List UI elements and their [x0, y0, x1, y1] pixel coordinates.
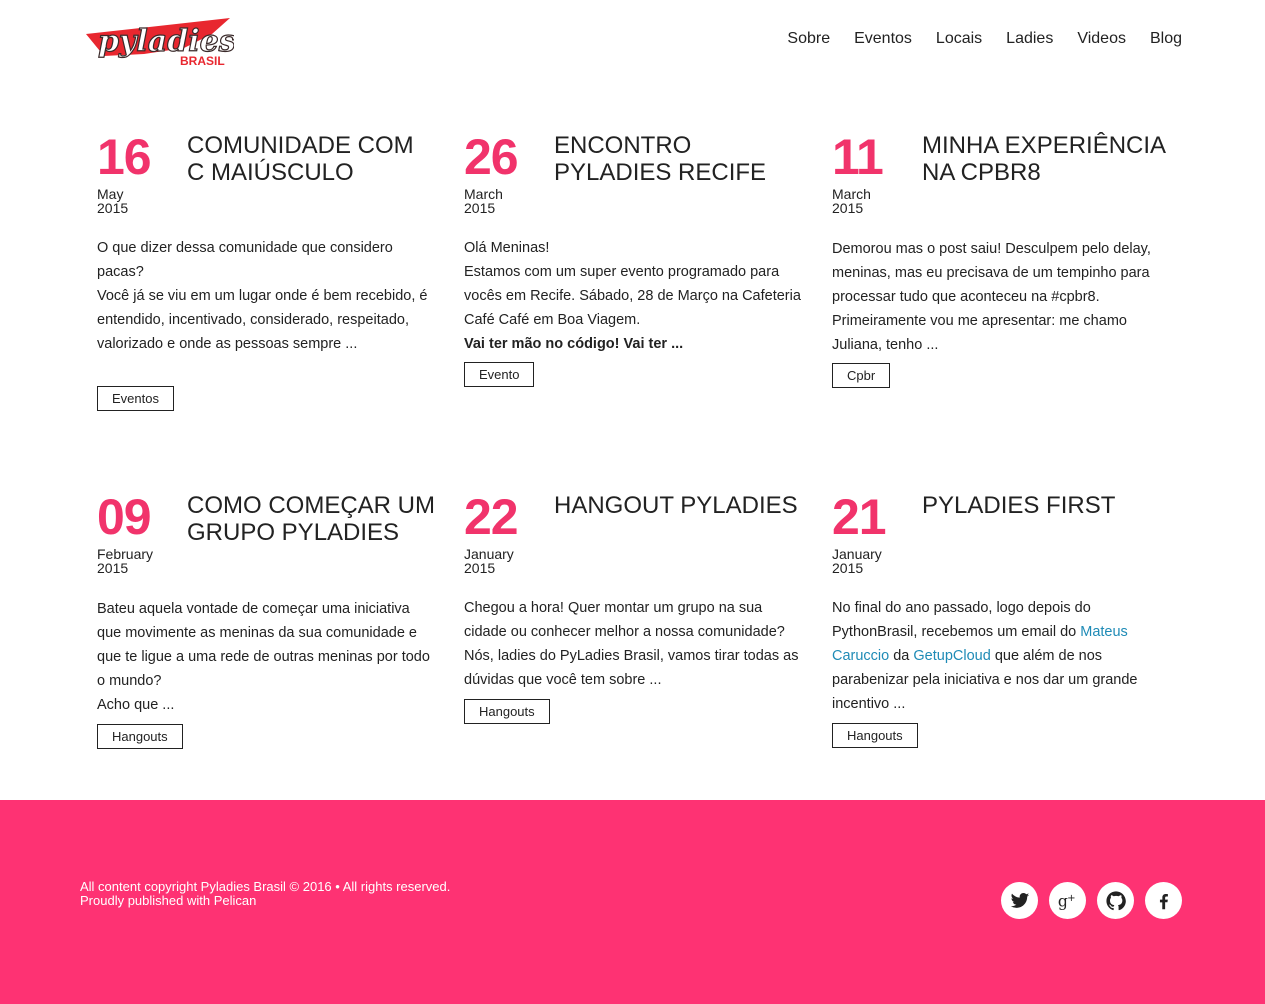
copyright-text: All content copyright Pyladies Brasil © … — [80, 879, 451, 894]
post-month: March — [832, 186, 871, 202]
post-day: 16 — [97, 129, 152, 185]
nav-sobre[interactable]: Sobre — [787, 30, 830, 48]
footer-text: All content copyright Pyladies Brasil © … — [80, 880, 450, 907]
post-title[interactable]: COMO COMEÇAR UM GRUPO PYLADIES — [187, 492, 437, 546]
site-footer: All content copyright Pyladies Brasil © … — [0, 800, 1265, 1004]
post-date: 22 January 2015 — [464, 489, 544, 576]
nav-videos[interactable]: Videos — [1077, 30, 1126, 48]
post-year: 2015 — [97, 200, 129, 216]
logo-subtext: BRASIL — [180, 54, 225, 68]
post-tag-button[interactable]: Cpbr — [832, 363, 891, 388]
post-excerpt-text: No final do ano passado, logo depois do … — [832, 600, 1091, 640]
post-excerpt: Olá Meninas! Estamos com um super evento… — [464, 236, 804, 356]
post-card: 11 March 2015 MINHA EXPERIÊNCIA NA CPBR8… — [832, 129, 1172, 393]
post-month: January — [832, 546, 882, 562]
facebook-icon[interactable] — [1145, 882, 1182, 919]
post-excerpt-text: da — [889, 648, 914, 664]
post-card: 21 January 2015 PYLADIES FIRST No final … — [832, 489, 1172, 753]
nav-ladies[interactable]: Ladies — [1006, 30, 1053, 48]
post-year: 2015 — [832, 200, 864, 216]
twitter-icon[interactable] — [1001, 882, 1038, 919]
nav-locais[interactable]: Locais — [936, 30, 982, 48]
nav-eventos[interactable]: Eventos — [854, 30, 912, 48]
github-icon[interactable] — [1097, 882, 1134, 919]
post-year: 2015 — [464, 200, 496, 216]
post-date: 16 May 2015 — [97, 129, 177, 216]
post-tag-button[interactable]: Hangouts — [464, 699, 550, 724]
post-card: 22 January 2015 HANGOUT PYLADIES Chegou … — [464, 489, 804, 733]
post-month: January — [464, 546, 514, 562]
post-day: 09 — [97, 489, 152, 545]
post-month: March — [464, 186, 503, 202]
main-nav: Sobre Eventos Locais Ladies Videos Blog — [787, 30, 1182, 48]
post-title[interactable]: COMUNIDADE COM C MAIÚSCULO — [187, 132, 437, 186]
post-card: 16 May 2015 COMUNIDADE COM C MAIÚSCULO O… — [97, 129, 437, 413]
post-excerpt: No final do ano passado, logo depois do … — [832, 596, 1172, 716]
site-header: pyladies BRASIL Sobre Eventos Locais Lad… — [0, 0, 1265, 90]
post-date: 21 January 2015 — [832, 489, 912, 576]
post-year: 2015 — [97, 560, 129, 576]
svg-text:+: + — [1067, 893, 1075, 904]
google-plus-icon[interactable]: g + — [1049, 882, 1086, 919]
post-year: 2015 — [464, 560, 496, 576]
post-year: 2015 — [832, 560, 864, 576]
post-card: 26 March 2015 ENCONTRO PYLADIES RECIFE O… — [464, 129, 804, 393]
post-title[interactable]: MINHA EXPERIÊNCIA NA CPBR8 — [922, 132, 1172, 186]
post-month: February — [97, 546, 154, 562]
nav-blog[interactable]: Blog — [1150, 30, 1182, 48]
post-day: 21 — [832, 489, 887, 545]
post-day: 22 — [464, 489, 519, 545]
getupcloud-link[interactable]: GetupCloud — [913, 648, 990, 664]
post-day: 26 — [464, 129, 519, 185]
post-title[interactable]: PYLADIES FIRST — [922, 492, 1172, 520]
post-excerpt-text: Olá Meninas! Estamos com um super evento… — [464, 240, 801, 328]
pyladies-logo[interactable]: pyladies BRASIL — [84, 14, 236, 72]
post-tag-button[interactable]: Hangouts — [832, 723, 918, 748]
social-links: g + — [1001, 882, 1182, 919]
post-tag-button[interactable]: Hangouts — [97, 724, 183, 749]
post-month: May — [97, 186, 124, 202]
post-date: 11 March 2015 — [832, 129, 912, 216]
post-excerpt: Demorou mas o post saiu! Desculpem pelo … — [832, 241, 1151, 353]
post-tag-button[interactable]: Eventos — [97, 386, 174, 411]
post-excerpt: Chegou a hora! Quer montar um grupo na s… — [464, 600, 799, 688]
post-day: 11 — [832, 129, 884, 185]
published-text: Proudly published with Pelican — [80, 892, 257, 908]
post-title[interactable]: ENCONTRO PYLADIES RECIFE — [554, 132, 804, 186]
post-date: 09 February 2015 — [97, 489, 177, 576]
post-date: 26 March 2015 — [464, 129, 544, 216]
post-excerpt: O que dizer dessa comunidade que conside… — [97, 240, 428, 352]
post-title[interactable]: HANGOUT PYLADIES — [554, 492, 804, 520]
post-excerpt: Bateu aquela vontade de começar uma inic… — [97, 601, 430, 713]
post-tag-button[interactable]: Evento — [464, 362, 535, 387]
post-excerpt-bold: Vai ter mão no código! Vai ter ... — [464, 336, 684, 352]
post-card: 09 February 2015 COMO COMEÇAR UM GRUPO P… — [97, 489, 437, 753]
